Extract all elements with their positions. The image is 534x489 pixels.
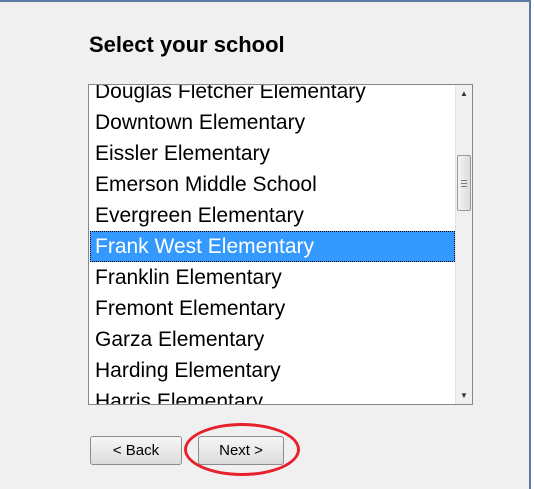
- school-listbox[interactable]: Douglas Fletcher Elementary Downtown Ele…: [88, 84, 473, 405]
- scroll-thumb[interactable]: [457, 155, 471, 211]
- scroll-down-button[interactable]: ▼: [456, 387, 472, 404]
- scroll-up-button[interactable]: ▲: [456, 85, 472, 102]
- next-button[interactable]: Next >: [198, 436, 284, 465]
- list-item[interactable]: Evergreen Elementary: [90, 200, 455, 231]
- back-button[interactable]: < Back: [90, 436, 182, 465]
- list-item[interactable]: Fremont Elementary: [90, 293, 455, 324]
- triangle-up-icon: ▲: [460, 88, 468, 98]
- list-item[interactable]: Emerson Middle School: [90, 169, 455, 200]
- grip-icon: [461, 179, 467, 187]
- list-item[interactable]: Harris Elementary: [90, 386, 455, 404]
- list-item-selected[interactable]: Frank West Elementary: [90, 231, 455, 262]
- dialog-frame: Select your school Douglas Fletcher Elem…: [0, 0, 531, 489]
- school-list: Douglas Fletcher Elementary Downtown Ele…: [90, 85, 455, 404]
- list-item[interactable]: Harding Elementary: [90, 355, 455, 386]
- list-item[interactable]: Eissler Elementary: [90, 138, 455, 169]
- page-title: Select your school: [89, 32, 285, 57]
- triangle-down-icon: ▼: [460, 390, 468, 400]
- list-item[interactable]: Douglas Fletcher Elementary: [90, 85, 455, 107]
- list-item[interactable]: Franklin Elementary: [90, 262, 455, 293]
- list-item[interactable]: Garza Elementary: [90, 324, 455, 355]
- list-item[interactable]: Downtown Elementary: [90, 107, 455, 138]
- vertical-scrollbar[interactable]: ▲ ▼: [455, 85, 472, 404]
